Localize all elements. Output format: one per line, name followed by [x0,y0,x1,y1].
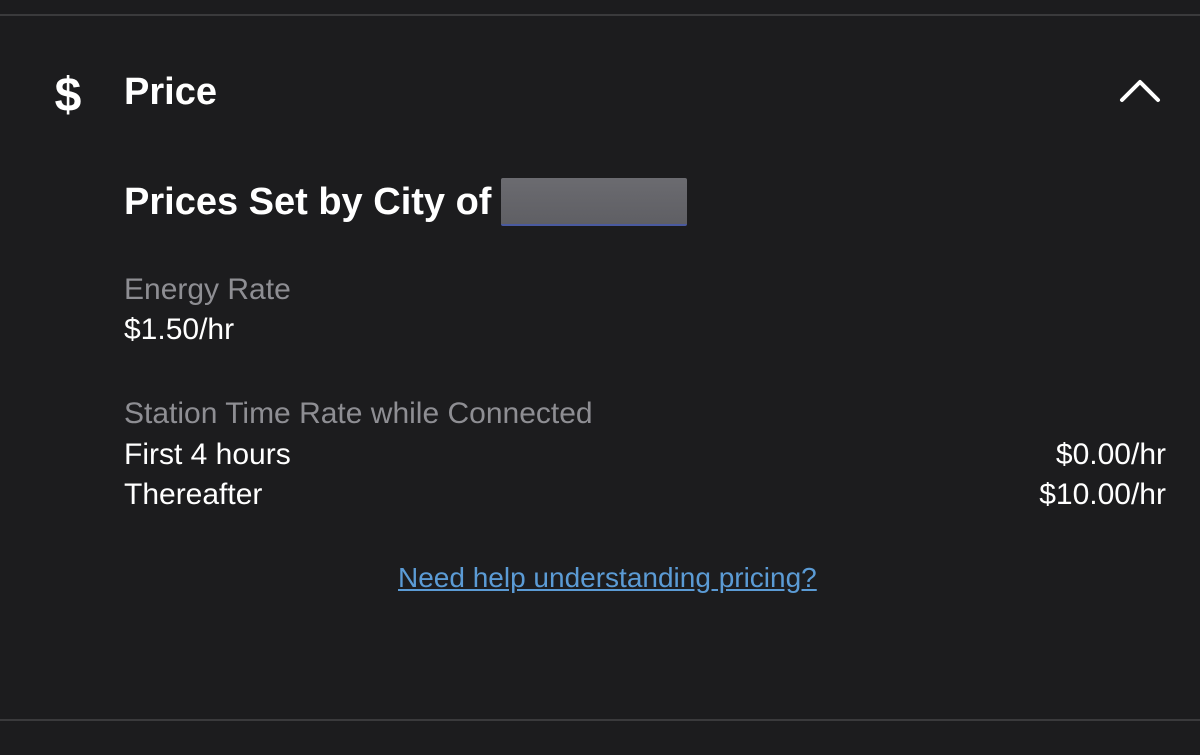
pricing-help-link[interactable]: Need help understanding pricing? [398,560,817,596]
pricing-subtitle: Prices Set by City of [124,181,492,223]
dollar-sign-icon: $ [54,69,82,122]
price-panel: $ Price Prices Set by City of Energy Rat… [0,0,1200,755]
tier-value-thereafter: $10.00/hr [1039,478,1166,511]
pricing-subtitle-row: Prices Set by City of [124,176,688,228]
next-section-edge [0,721,1200,755]
energy-rate-value: $1.50/hr [124,313,235,346]
tier-label-thereafter: Thereafter [124,478,263,511]
station-time-rate-label: Station Time Rate while Connected [124,397,593,430]
price-section-header[interactable]: $ Price [0,16,1200,166]
tier-label-first: First 4 hours [124,438,291,471]
energy-rate-label: Energy Rate [124,273,291,306]
chevron-up-icon [1120,80,1160,102]
section-title: Price [124,71,217,113]
redacted-city-name [501,178,688,226]
collapse-button[interactable] [1110,66,1170,110]
tier-value-first: $0.00/hr [1055,438,1166,471]
